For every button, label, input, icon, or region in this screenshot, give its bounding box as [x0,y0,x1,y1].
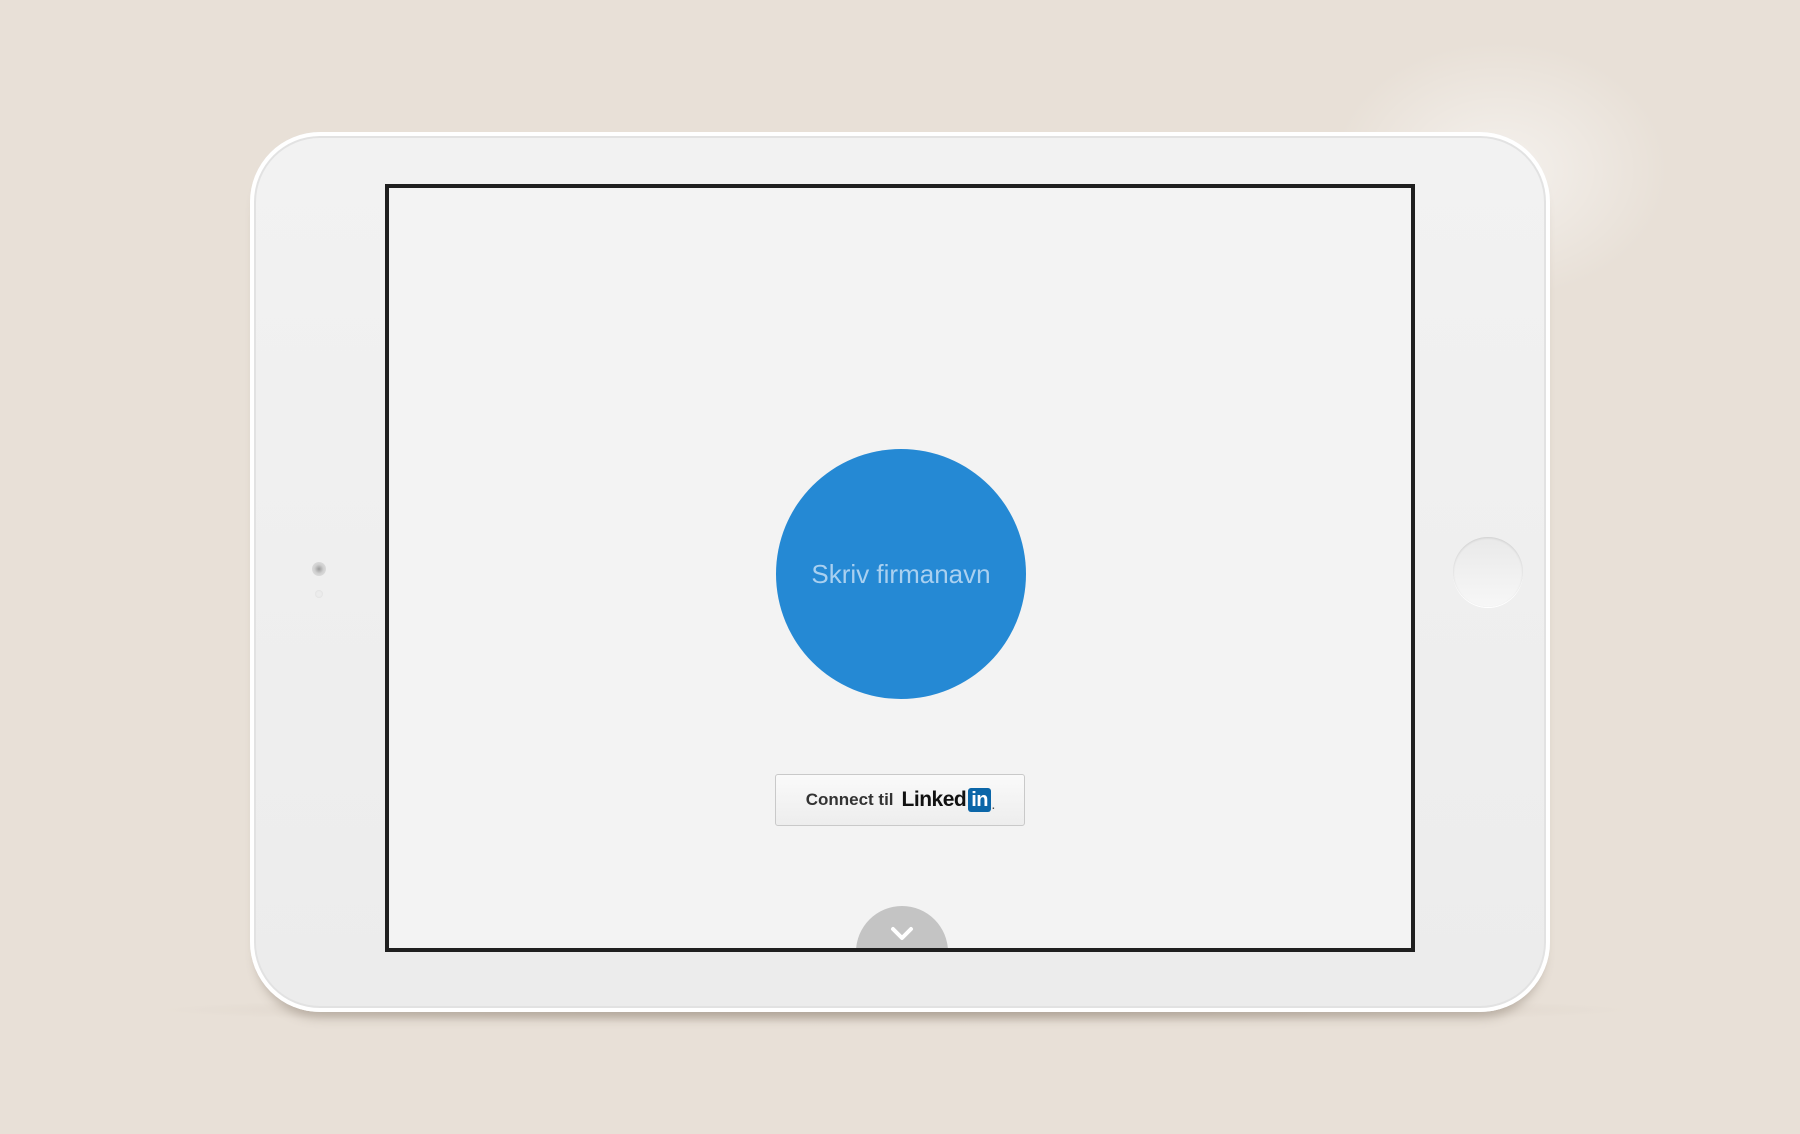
linkedin-logo-icon: Linked in . [902,788,995,812]
page-background: Connect til Linked in . [0,0,1800,1134]
tablet-screen: Connect til Linked in . [385,184,1415,952]
linkedin-wordmark: Linked [901,788,967,811]
linkedin-registered-mark: . [992,801,995,812]
scroll-down-button[interactable] [856,906,948,948]
tablet-device: Connect til Linked in . [250,132,1550,1012]
linkedin-in-badge: in [968,788,992,812]
company-name-input[interactable] [789,557,1013,591]
connect-linkedin-button[interactable]: Connect til Linked in . [775,774,1025,826]
company-name-circle[interactable] [776,449,1026,699]
sensor-icon [315,590,323,598]
home-button[interactable] [1453,537,1523,607]
chevron-down-icon [891,927,913,940]
connect-label: Connect til [805,790,894,809]
camera-icon [312,562,326,576]
